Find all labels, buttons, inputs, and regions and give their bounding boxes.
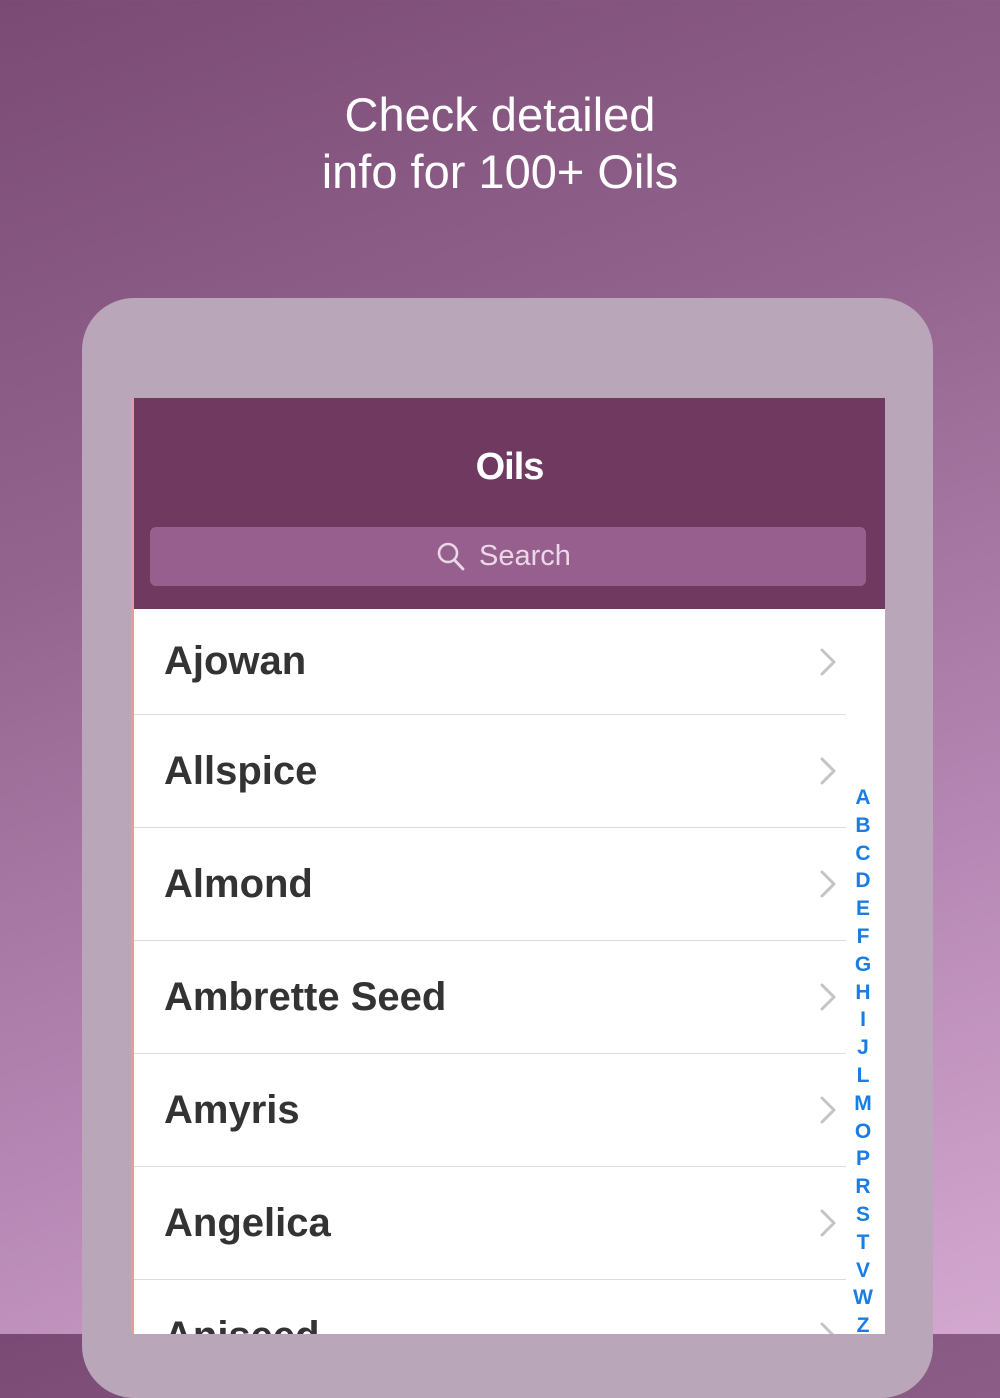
oil-name: Ambrette Seed <box>164 974 447 1019</box>
promo-headline: Check detailed info for 100+ Oils <box>0 86 1000 200</box>
section-index[interactable]: ABCDEFGHIJLMOPRSTVWZ <box>850 784 876 1334</box>
list-item[interactable]: Amyris <box>134 1054 846 1167</box>
chevron-right-icon <box>820 1209 836 1237</box>
index-letter[interactable]: L <box>857 1062 870 1090</box>
chevron-right-icon <box>820 983 836 1011</box>
oil-name: Allspice <box>164 748 318 793</box>
list-item[interactable]: Aniseed <box>134 1280 846 1334</box>
index-letter[interactable]: S <box>856 1201 870 1229</box>
index-letter[interactable]: B <box>855 812 870 840</box>
index-letter[interactable]: M <box>854 1090 872 1118</box>
search-input[interactable] <box>479 540 579 573</box>
list-item[interactable]: Allspice <box>134 715 846 828</box>
index-letter[interactable]: R <box>855 1173 870 1201</box>
index-letter[interactable]: G <box>855 951 871 979</box>
chevron-right-icon <box>820 648 836 675</box>
promo-line-2: info for 100+ Oils <box>321 145 679 198</box>
promo-line-1: Check detailed <box>344 88 656 141</box>
app-screen: Oils Ajowan Allspice Almond Ambrette Seed Am… <box>131 398 885 1334</box>
navigation-bar: Oils <box>134 398 885 609</box>
oil-name: Amyris <box>164 1087 300 1132</box>
chevron-right-icon <box>820 757 836 785</box>
index-letter[interactable]: E <box>856 895 870 923</box>
index-letter[interactable]: T <box>857 1229 870 1257</box>
index-letter[interactable]: W <box>853 1284 873 1312</box>
index-letter[interactable]: A <box>855 784 870 812</box>
list-item[interactable]: Ajowan <box>134 609 846 715</box>
index-letter[interactable]: V <box>856 1257 870 1285</box>
oil-name: Angelica <box>164 1200 331 1245</box>
index-letter[interactable]: J <box>857 1034 869 1062</box>
oil-name: Almond <box>164 861 313 906</box>
list-item[interactable]: Almond <box>134 828 846 941</box>
oil-list: Ajowan Allspice Almond Ambrette Seed Amyris A… <box>134 609 846 1334</box>
chevron-right-icon <box>820 1096 836 1124</box>
index-letter[interactable]: Z <box>857 1312 870 1334</box>
index-letter[interactable]: D <box>855 867 870 895</box>
page-title: Oils <box>475 446 545 488</box>
index-letter[interactable]: F <box>857 923 870 951</box>
oil-name: Ajowan <box>164 639 307 683</box>
list-item[interactable]: Ambrette Seed <box>134 941 846 1054</box>
chevron-right-icon <box>820 870 836 898</box>
oil-name: Aniseed <box>164 1280 320 1335</box>
search-bar[interactable] <box>150 527 866 586</box>
index-letter[interactable]: H <box>855 979 870 1007</box>
index-letter[interactable]: P <box>856 1145 870 1173</box>
chevron-right-icon <box>820 1322 835 1334</box>
search-icon <box>437 542 465 570</box>
list-item[interactable]: Angelica <box>134 1167 846 1280</box>
index-letter[interactable]: O <box>855 1118 871 1146</box>
index-letter[interactable]: I <box>860 1006 866 1034</box>
index-letter[interactable]: C <box>855 840 870 868</box>
